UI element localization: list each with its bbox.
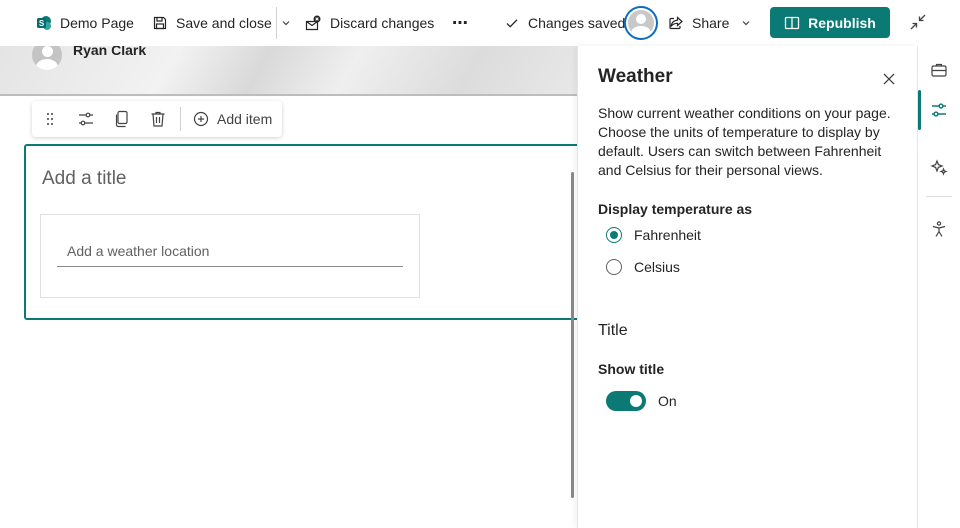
more-icon: ⋯ [452,15,469,32]
sharepoint-icon: S [37,16,51,30]
add-circle-icon [193,111,209,127]
delete-button[interactable] [140,101,176,137]
republish-label: Republish [808,14,876,31]
webpart-toolbar: Add item [32,101,282,137]
save-and-close-button[interactable]: Save and close [146,7,278,39]
display-temperature-label: Display temperature as [598,201,753,217]
drag-handle[interactable] [32,101,68,137]
radio-button-selected[interactable] [606,227,622,243]
accessibility-button[interactable] [924,214,954,244]
toggle-state-label: On [658,393,677,409]
radio-celsius[interactable]: Celsius [606,259,680,275]
book-icon [785,16,800,29]
discard-changes-label: Discard changes [330,15,435,31]
page-name-label: Demo Page [60,15,134,31]
copy-icon [115,110,128,128]
collapse-icon [910,14,926,30]
close-pane-button[interactable] [878,68,900,90]
weather-webpart[interactable]: Add a title [24,144,624,320]
accessibility-icon [932,221,946,237]
share-icon [669,16,683,30]
radio-fahrenheit[interactable]: Fahrenheit [606,227,701,243]
design-ideas-button[interactable] [924,152,954,182]
chevron-down-icon [742,21,750,26]
radio-fahrenheit-label: Fahrenheit [634,227,701,243]
active-indicator [918,90,921,130]
title-section-heading: Title [598,322,628,339]
show-title-label: Show title [598,361,665,377]
pane-description: Show current weather conditions on your … [598,105,891,178]
canvas-scrollbar[interactable] [571,172,574,498]
trash-icon [151,111,165,127]
person-icon [628,10,654,36]
weather-location-box [40,214,420,298]
page-name-button[interactable]: S Demo Page [30,7,140,39]
page-header-banner: Ryan Clark [0,46,577,96]
save-and-close-label: Save and close [176,15,272,31]
toolbox-button[interactable] [924,55,954,85]
collapse-button[interactable] [906,10,930,34]
webpart-title[interactable]: Add a title [42,168,127,190]
duplicate-button[interactable] [104,101,140,137]
weather-location-input[interactable] [57,235,403,267]
share-button[interactable]: Share [662,7,757,39]
pane-title: Weather [598,66,673,87]
author-avatar [32,46,62,70]
rail-divider [926,196,952,197]
svg-text:S: S [39,19,45,28]
radio-celsius-label: Celsius [634,259,680,275]
settings-sliders-icon [79,112,93,126]
toggle-switch[interactable] [606,391,646,411]
chevron-down-icon [282,21,289,26]
save-options-dropdown[interactable] [276,7,294,39]
author-name: Ryan Clark [73,46,147,58]
sparkle-icon [930,159,948,176]
discard-changes-button[interactable]: Discard changes [298,7,440,39]
toolbox-icon [931,63,947,77]
discard-icon [305,15,321,31]
save-status: Changes saved [498,7,631,39]
drag-icon [46,112,54,126]
properties-button[interactable] [924,95,954,125]
settings-sliders-icon [932,103,946,117]
republish-button[interactable]: Republish [770,7,890,38]
save-status-label: Changes saved [528,15,626,31]
add-item-label: Add item [217,111,273,127]
user-avatar[interactable] [624,6,658,40]
property-pane: Weather Show current weather conditions … [577,46,917,528]
command-bar: S Demo Page Save and close Discard chang… [0,0,960,46]
more-options-button[interactable]: ⋯ [446,7,475,39]
share-label: Share [692,15,730,31]
close-icon [883,73,895,85]
toolbar-divider [180,107,181,131]
radio-button[interactable] [606,259,622,275]
show-title-toggle[interactable]: On [606,391,677,411]
save-icon [153,16,167,30]
right-rail [917,46,960,528]
checkmark-icon [506,19,518,28]
edit-properties-button[interactable] [68,101,104,137]
add-item-button[interactable]: Add item [185,101,280,137]
